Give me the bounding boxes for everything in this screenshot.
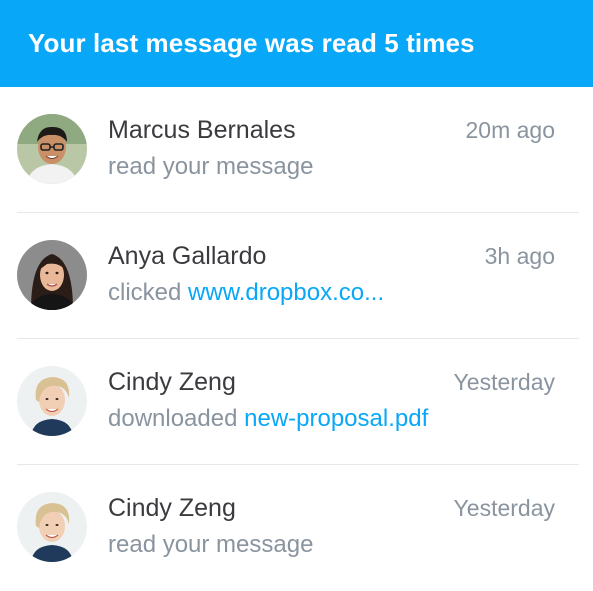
- header-title: Your last message was read 5 times: [28, 28, 475, 58]
- activity-list: Marcus Bernales 20m ago read your messag…: [0, 87, 593, 591]
- avatar-man-glasses-icon: [17, 114, 87, 184]
- activity-text: read your message: [108, 153, 313, 181]
- action-label: clicked: [108, 279, 182, 306]
- avatar-woman-short-hair-icon: [17, 492, 87, 562]
- activity-row[interactable]: Anya Gallardo 3h ago clicked www.dropbox…: [0, 213, 593, 339]
- action-label: read your message: [108, 531, 314, 558]
- action-label: read your message: [108, 153, 314, 180]
- activity-text: downloaded new-proposal.pdf: [108, 405, 428, 433]
- avatar-woman-short-hair-icon: [17, 366, 87, 436]
- activity-row[interactable]: Cindy Zeng Yesterday read your message: [0, 465, 593, 591]
- timestamp: Yesterday: [453, 495, 555, 521]
- timestamp: Yesterday: [453, 369, 555, 395]
- contact-name: Anya Gallardo: [108, 242, 267, 270]
- link-url[interactable]: www.dropbox.co...: [188, 279, 384, 306]
- activity-row[interactable]: Cindy Zeng Yesterday downloaded new-prop…: [0, 339, 593, 465]
- header-banner: Your last message was read 5 times: [0, 0, 593, 87]
- contact-name: Cindy Zeng: [108, 494, 236, 522]
- activity-text: clicked www.dropbox.co...: [108, 279, 384, 307]
- action-label: downloaded: [108, 405, 238, 432]
- file-link[interactable]: new-proposal.pdf: [244, 405, 428, 432]
- contact-name: Cindy Zeng: [108, 368, 236, 396]
- avatar-woman-dark-hair-icon: [17, 240, 87, 310]
- contact-name: Marcus Bernales: [108, 116, 296, 144]
- activity-text: read your message: [108, 531, 313, 559]
- activity-row[interactable]: Marcus Bernales 20m ago read your messag…: [0, 87, 593, 213]
- timestamp: 3h ago: [484, 243, 555, 269]
- timestamp: 20m ago: [465, 117, 555, 143]
